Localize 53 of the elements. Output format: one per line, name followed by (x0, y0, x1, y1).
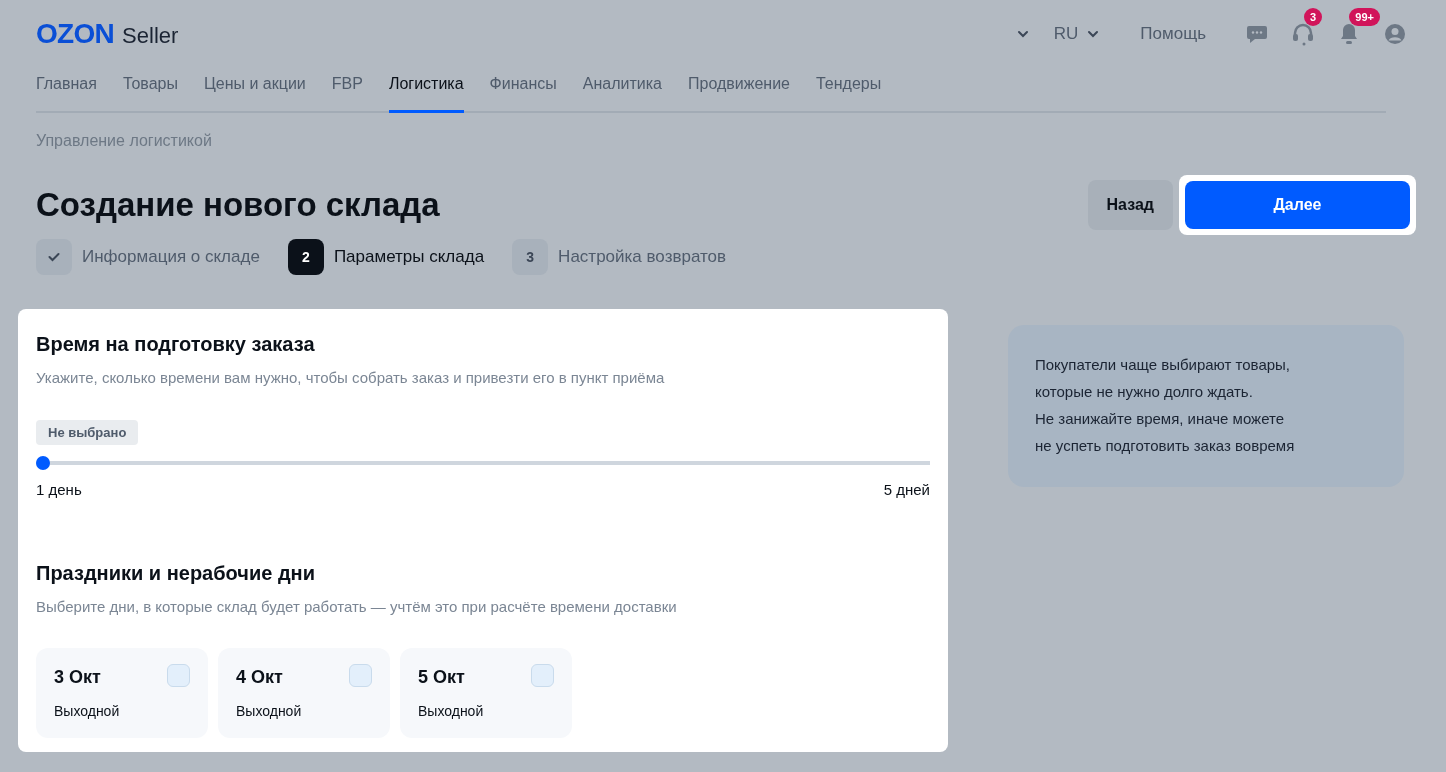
nav-tab[interactable]: FBP (331, 64, 363, 113)
value-chip: Не выбрано (36, 419, 139, 445)
nav-tab[interactable]: Главная (36, 64, 97, 113)
section-subtitle: Выберите дни, в которые склад будет работать — учтём это при расчёте времени доставки (36, 596, 678, 617)
nav-tab[interactable]: Аналитика (582, 64, 662, 113)
notification-badge: 3 (1303, 8, 1322, 26)
user-icon[interactable] (1384, 23, 1406, 45)
day-date: 5 Окт (418, 666, 465, 689)
slider-max-label: 5 дней (883, 480, 930, 500)
day-checkbox[interactable] (531, 664, 554, 687)
step-label[interactable]: Информация о складе (82, 244, 260, 270)
step-marker: 3 (512, 239, 549, 275)
day-date: 4 Окт (236, 666, 283, 689)
day-note: Выходной (418, 702, 485, 721)
nav-tab[interactable]: Цены и акции (203, 64, 306, 113)
tip-text: Не занижайте время, иначе можете (1035, 409, 1286, 429)
step-marker: 2 (287, 239, 324, 275)
chat-icon[interactable] (1246, 23, 1268, 45)
section-title: Время на подготовку заказа (36, 332, 316, 357)
nav-tab[interactable]: Логистика (388, 64, 464, 113)
nav-tab[interactable]: Товары (122, 64, 178, 113)
day-note: Выходной (236, 702, 303, 721)
nav-tab[interactable]: Финансы (489, 64, 557, 113)
tip-text: которые не нужно долго ждать. (1035, 382, 1254, 402)
check-icon (48, 252, 60, 262)
back-button[interactable]: Назад (1087, 180, 1173, 230)
day-note: Выходной (54, 702, 121, 721)
notification-badge: 99+ (1349, 8, 1380, 26)
tip-text: Покупатели чаще выбирают товары, (1035, 355, 1291, 375)
next-button[interactable]: Далее (1185, 181, 1410, 229)
day-date: 3 Окт (54, 666, 101, 689)
slider-min-label: 1 день (36, 480, 82, 500)
headset-icon[interactable] (1292, 22, 1314, 46)
nav-tab[interactable]: Продвижение (688, 64, 790, 113)
nav-tab[interactable]: Тендеры (816, 64, 882, 113)
slider-thumb[interactable] (36, 456, 50, 470)
day-card[interactable]: 3 Окт Выходной (36, 648, 208, 738)
section-title: Праздники и нерабочие дни (36, 560, 316, 586)
breadcrumb[interactable]: Управление логистикой (36, 129, 1410, 153)
tip-text: не успеть подготовить заказ вовремя (1035, 436, 1296, 456)
day-checkbox[interactable] (349, 664, 372, 687)
day-checkbox[interactable] (167, 664, 190, 687)
page-title: Создание нового склада (36, 185, 440, 226)
logo[interactable]: OZON (36, 13, 115, 55)
day-card[interactable]: 4 Окт Выходной (218, 648, 390, 738)
step-label[interactable]: Настройка возвратов (558, 244, 727, 270)
help-link[interactable]: Помощь (1140, 21, 1206, 47)
step-label[interactable]: Параметры склада (333, 244, 485, 270)
section-subtitle: Укажите, сколько времени вам нужно, чтобы собрать заказ и привезти его в пункт приёма (36, 368, 666, 388)
bell-icon[interactable] (1338, 22, 1360, 46)
logo-suffix: Seller (122, 22, 179, 50)
day-card[interactable]: 5 Окт Выходной (400, 648, 572, 738)
language-selector[interactable]: RU (1053, 21, 1101, 47)
